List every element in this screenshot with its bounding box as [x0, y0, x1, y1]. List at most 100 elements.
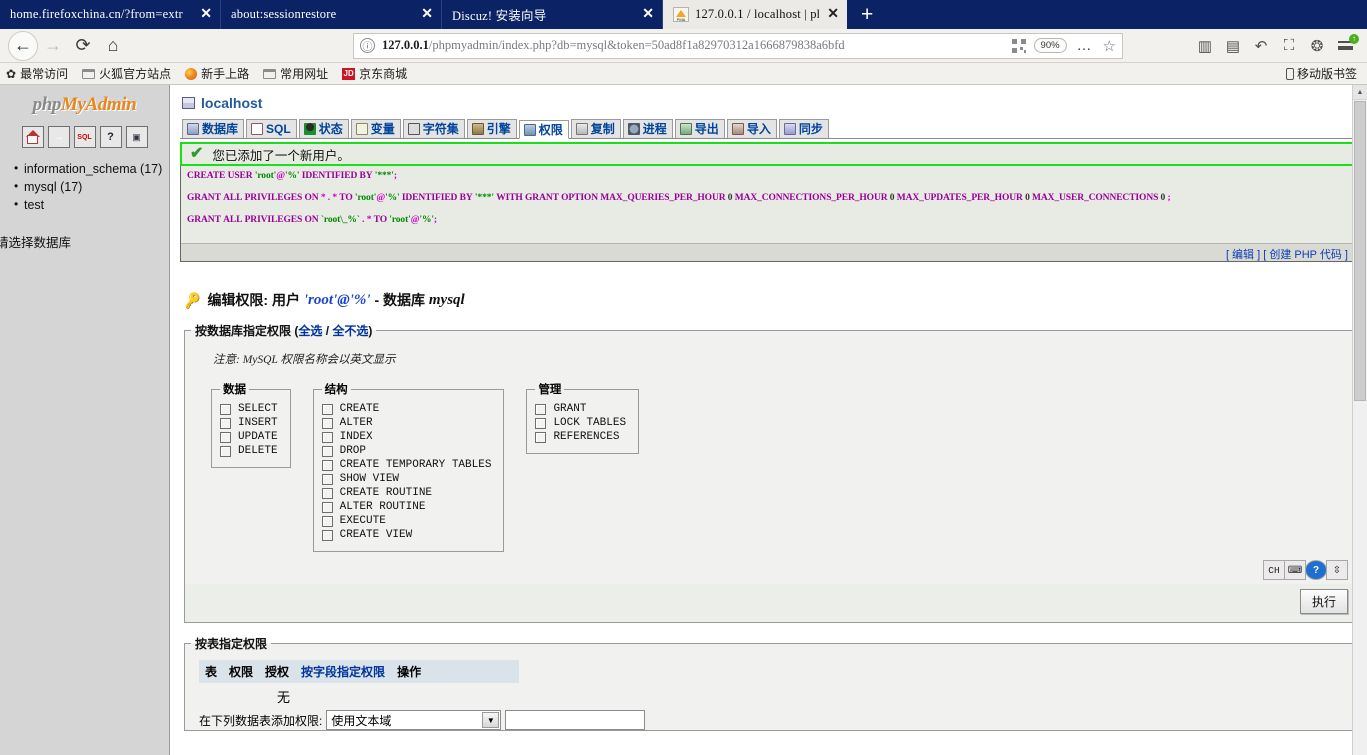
close-icon[interactable]: ✕: [200, 7, 212, 22]
table-name-input[interactable]: [505, 710, 646, 730]
tab-charsets[interactable]: 字符集: [402, 119, 465, 138]
pocket-icon[interactable]: ❂: [1303, 32, 1331, 60]
priv-checkbox-alter[interactable]: ALTER: [321, 417, 492, 429]
back-button[interactable]: ←: [8, 30, 38, 61]
forward-button[interactable]: →: [38, 31, 68, 61]
tab-replication[interactable]: 复制: [570, 119, 621, 138]
priv-checkbox-show-view[interactable]: SHOW VIEW: [321, 473, 492, 485]
chevron-down-icon[interactable]: ▼: [482, 712, 500, 728]
priv-checkbox-update[interactable]: UPDATE: [220, 431, 278, 443]
priv-checkbox-drop[interactable]: DROP: [321, 445, 492, 457]
updown-icon[interactable]: ⇳: [1326, 560, 1348, 580]
browser-tab-3[interactable]: Discuz! 安装向导 ✕: [442, 0, 663, 29]
tab-processes[interactable]: 进程: [622, 119, 673, 138]
library-icon[interactable]: ▥: [1191, 32, 1219, 60]
priv-checkbox-create-routine[interactable]: CREATE ROUTINE: [321, 487, 492, 499]
priv-checkbox-insert[interactable]: INSERT: [220, 417, 278, 429]
bookmark-firefox-site[interactable]: 火狐官方站点: [82, 65, 171, 82]
browser-tab-2[interactable]: about:sessionrestore ✕: [221, 0, 442, 29]
checkbox-icon[interactable]: [321, 501, 333, 513]
bookmark-star-icon[interactable]: ☆: [1103, 37, 1116, 55]
priv-checkbox-index[interactable]: INDEX: [321, 431, 492, 443]
tab-privileges[interactable]: 权限: [518, 120, 569, 139]
bookmark-most-visited[interactable]: ✿ 最常访问: [6, 65, 68, 82]
tab-sql[interactable]: SQL: [246, 119, 297, 138]
checkbox-icon[interactable]: [321, 529, 333, 541]
undo-icon[interactable]: ↶: [1247, 32, 1275, 60]
exit-icon[interactable]: [47, 126, 70, 148]
priv-checkbox-create-temporary-tables[interactable]: CREATE TEMPORARY TABLES: [321, 459, 491, 471]
menu-icon[interactable]: ↑: [1331, 32, 1359, 60]
sql-create-php-link[interactable]: [ 创建 PHP 代码 ]: [1263, 249, 1348, 261]
zoom-level-badge[interactable]: 90%: [1033, 38, 1067, 53]
url-bar[interactable]: ⓘ 127.0.0.1/phpmyadmin/index.php?db=mysq…: [353, 32, 1123, 59]
close-icon[interactable]: ✕: [421, 7, 433, 22]
page-actions-icon[interactable]: …: [1077, 37, 1093, 54]
checkbox-icon[interactable]: [321, 431, 333, 443]
scroll-up-icon[interactable]: ▲: [1353, 85, 1367, 100]
priv-checkbox-grant[interactable]: GRANT: [535, 403, 626, 415]
db-item-mysql[interactable]: mysql (17): [14, 178, 169, 196]
close-icon[interactable]: ✕: [642, 7, 654, 22]
new-tab-button[interactable]: +: [847, 0, 887, 29]
checkbox-icon[interactable]: [220, 417, 231, 429]
checkbox-icon[interactable]: [321, 515, 333, 527]
sidebar-icon[interactable]: ▤: [1219, 32, 1247, 60]
page-scrollbar[interactable]: ▲ ▼: [1352, 85, 1367, 755]
home-button[interactable]: ⌂: [98, 31, 128, 61]
sql-query-icon[interactable]: [73, 126, 96, 148]
sql-edit-link[interactable]: [ 编辑 ]: [1226, 249, 1260, 261]
checkbox-icon[interactable]: [321, 417, 333, 429]
priv-checkbox-create[interactable]: CREATE: [321, 403, 492, 415]
priv-checkbox-create-view[interactable]: CREATE VIEW: [321, 529, 492, 541]
tab-export[interactable]: 导出: [674, 119, 725, 138]
checkbox-icon[interactable]: [220, 431, 231, 443]
uncheck-all-link[interactable]: 全不选: [332, 324, 368, 338]
checkbox-icon[interactable]: [535, 417, 547, 429]
tab-status[interactable]: 状态: [298, 119, 349, 138]
check-all-link[interactable]: 全选: [298, 324, 322, 338]
tab-databases[interactable]: 数据库: [182, 119, 245, 138]
tab-variables[interactable]: 变量: [350, 119, 401, 138]
qr-code-icon[interactable]: [1011, 38, 1026, 53]
charset-ch-button[interactable]: CH: [1263, 560, 1285, 580]
checkbox-icon[interactable]: [321, 487, 333, 499]
checkbox-icon[interactable]: [321, 473, 333, 485]
home-icon[interactable]: [21, 126, 44, 148]
site-info-icon[interactable]: ⓘ: [360, 38, 375, 53]
screenshot-icon[interactable]: ⛶: [1275, 32, 1303, 60]
db-item-information-schema[interactable]: information_schema (17): [14, 160, 169, 178]
checkbox-icon[interactable]: [220, 445, 231, 457]
close-icon[interactable]: ✕: [827, 7, 839, 22]
checkbox-icon[interactable]: [220, 403, 231, 415]
reload-button[interactable]: ⟳: [68, 31, 98, 61]
priv-checkbox-references[interactable]: REFERENCES: [535, 431, 626, 443]
help-icon[interactable]: [99, 126, 122, 148]
checkbox-icon[interactable]: [535, 403, 547, 415]
checkbox-icon[interactable]: [535, 431, 547, 443]
docs-icon[interactable]: [125, 126, 148, 148]
tab-engines[interactable]: 引擎: [466, 119, 517, 138]
priv-checkbox-alter-routine[interactable]: ALTER ROUTINE: [321, 501, 492, 513]
help-icon[interactable]: ?: [1305, 560, 1327, 580]
keyboard-icon[interactable]: ⌨: [1284, 560, 1306, 580]
priv-checkbox-select[interactable]: SELECT: [220, 403, 278, 415]
bookmark-common-sites[interactable]: 常用网址: [263, 65, 328, 82]
browser-tab-1[interactable]: home.firefoxchina.cn/?from=extr ✕: [0, 0, 221, 29]
db-item-test[interactable]: test: [14, 196, 169, 214]
priv-checkbox-execute[interactable]: EXECUTE: [321, 515, 492, 527]
checkbox-icon[interactable]: [321, 403, 333, 415]
go-button[interactable]: 执行: [1299, 589, 1348, 614]
scrollbar-thumb[interactable]: [1354, 101, 1366, 401]
tab-import[interactable]: 导入: [726, 119, 777, 138]
checkbox-icon[interactable]: [321, 459, 333, 471]
table-select[interactable]: 使用文本域 ▼: [326, 710, 502, 730]
mobile-bookmarks[interactable]: 移动版书签: [1285, 65, 1357, 82]
tab-synchronize[interactable]: 同步: [778, 119, 829, 138]
priv-checkbox-delete[interactable]: DELETE: [220, 445, 278, 457]
bookmark-jd[interactable]: JD 京东商城: [342, 65, 407, 82]
bookmark-getting-started[interactable]: 新手上路: [185, 65, 249, 82]
priv-checkbox-lock-tables[interactable]: LOCK TABLES: [535, 417, 626, 429]
checkbox-icon[interactable]: [321, 445, 333, 457]
browser-tab-4-active[interactable]: 127.0.0.1 / localhost | php ✕: [663, 0, 847, 29]
